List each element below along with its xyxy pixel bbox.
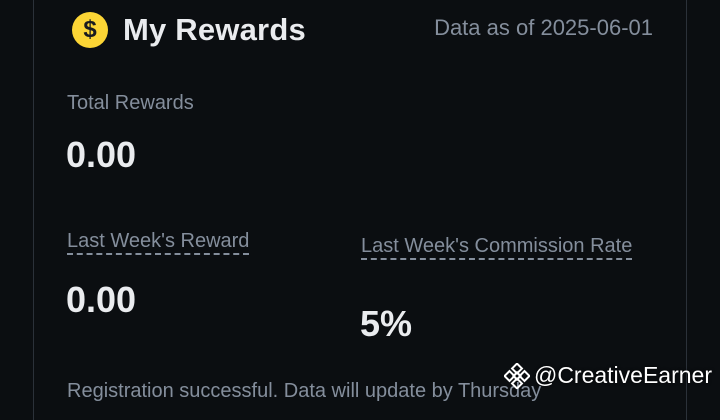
data-as-of-text: Data as of 2025-06-01 — [434, 15, 653, 40]
watermark-handle: @CreativeEarner — [533, 362, 712, 388]
registration-status-note: Registration successful. Data will updat… — [67, 380, 542, 402]
commission-rate-label[interactable]: Last Week's Commission Rate — [361, 230, 651, 262]
rewards-header: $ My Rewards — [72, 12, 306, 48]
last-week-reward-value: 0.00 — [66, 279, 137, 320]
page-title: My Rewards — [123, 12, 306, 47]
total-rewards-label: Total Rewards — [67, 92, 194, 114]
total-rewards-value: 0.00 — [66, 134, 137, 175]
last-week-reward-label[interactable]: Last Week's Reward — [67, 230, 249, 253]
dollar-coin-icon: $ — [72, 12, 108, 48]
binance-logo-icon — [503, 362, 530, 389]
rewards-card — [33, 0, 687, 420]
creator-watermark: @CreativeEarner — [503, 362, 712, 389]
commission-rate-value: 5% — [360, 303, 413, 344]
